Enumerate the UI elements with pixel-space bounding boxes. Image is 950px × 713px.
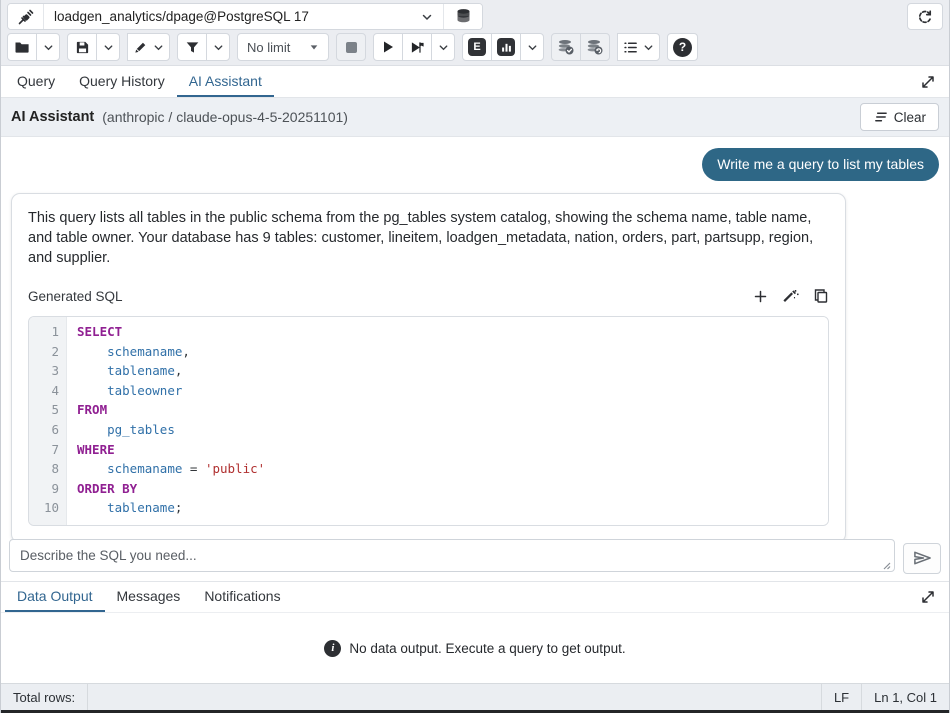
replace-sql-button[interactable] <box>782 288 799 305</box>
edit-menu-button[interactable] <box>127 33 170 61</box>
connection-group: loadgen_analytics/dpage@PostgreSQL 17 <box>7 3 483 30</box>
macros-menu-button[interactable] <box>617 33 660 61</box>
pencil-icon <box>133 40 148 55</box>
chevron-down-icon <box>43 42 54 53</box>
magic-wand-icon <box>782 288 799 305</box>
send-button[interactable] <box>903 543 941 574</box>
clear-button[interactable]: Clear <box>860 103 939 131</box>
expand-panel-button[interactable] <box>911 66 945 97</box>
explain-icon: E <box>468 38 486 56</box>
help-icon: ? <box>673 38 692 57</box>
stop-button[interactable] <box>336 33 366 61</box>
output-empty-message: No data output. Execute a query to get o… <box>349 641 625 656</box>
chevron-down-icon <box>213 42 224 53</box>
save-button[interactable] <box>67 33 97 61</box>
execute-menu-button[interactable] <box>431 33 455 61</box>
tab-data-output[interactable]: Data Output <box>5 582 105 612</box>
refresh-button[interactable] <box>907 3 943 30</box>
query-toolbar: No limit E <box>1 33 949 66</box>
refresh-icon <box>917 9 933 25</box>
ai-assistant-header: AI Assistant (anthropic / claude-opus-4-… <box>1 98 949 137</box>
sql-code: SELECT schemaname, tablename, tableowner… <box>67 317 828 525</box>
query-tool-connection-button[interactable] <box>8 4 44 29</box>
assistant-response-text: This query lists all tables in the publi… <box>28 208 829 268</box>
row-limit-select[interactable]: No limit <box>237 33 329 61</box>
filter-icon <box>185 40 200 55</box>
output-expand-button[interactable] <box>911 582 945 612</box>
chevron-down-icon <box>103 42 114 53</box>
expand-icon <box>921 75 935 89</box>
chevron-down-icon <box>421 11 433 23</box>
filter-button[interactable] <box>177 33 207 61</box>
status-divider <box>87 684 88 710</box>
tab-notifications[interactable]: Notifications <box>192 582 292 612</box>
commit-button[interactable] <box>551 33 581 61</box>
open-file-menu-button[interactable] <box>36 33 60 61</box>
database-icon <box>455 8 472 25</box>
user-message-bubble: Write me a query to list my tables <box>702 148 939 181</box>
rollback-button[interactable] <box>580 33 610 61</box>
copy-icon <box>813 288 829 304</box>
plug-icon <box>17 8 35 26</box>
eol-indicator[interactable]: LF <box>822 684 861 710</box>
row-limit-value: No limit <box>247 40 290 55</box>
generated-sql-block: 12345678910 SELECT schemaname, tablename… <box>28 316 829 526</box>
chevron-down-icon <box>643 42 654 53</box>
insert-sql-button[interactable] <box>753 289 768 304</box>
chevron-down-icon <box>153 42 164 53</box>
tab-ai-assistant[interactable]: AI Assistant <box>177 66 274 97</box>
total-rows-label: Total rows: <box>1 684 87 710</box>
assistant-response-card: This query lists all tables in the publi… <box>11 193 846 541</box>
execute-button[interactable] <box>373 33 403 61</box>
tab-messages[interactable]: Messages <box>105 582 193 612</box>
tab-query[interactable]: Query <box>5 66 67 97</box>
cursor-position[interactable]: Ln 1, Col 1 <box>862 684 949 710</box>
help-button[interactable]: ? <box>667 33 698 61</box>
connection-name: loadgen_analytics/dpage@PostgreSQL 17 <box>54 9 309 24</box>
execute-options-button[interactable] <box>402 33 432 61</box>
commit-db-check-icon <box>557 38 575 56</box>
main-tabbar: Query Query History AI Assistant <box>1 66 949 98</box>
connection-bar: loadgen_analytics/dpage@PostgreSQL 17 <box>1 0 949 33</box>
play-icon <box>381 40 395 54</box>
stop-icon <box>345 41 358 54</box>
chat-area: Write me a query to list my tables This … <box>1 137 949 541</box>
open-file-button[interactable] <box>7 33 37 61</box>
rollback-db-undo-icon <box>586 38 604 56</box>
save-menu-button[interactable] <box>96 33 120 61</box>
explain-analyze-icon <box>497 38 515 56</box>
sql-gutter: 12345678910 <box>29 317 67 525</box>
connection-select[interactable]: loadgen_analytics/dpage@PostgreSQL 17 <box>44 4 444 29</box>
save-icon <box>75 40 90 55</box>
chevron-down-icon <box>309 42 319 52</box>
chevron-down-icon <box>527 42 538 53</box>
query-tool-window: loadgen_analytics/dpage@PostgreSQL 17 <box>0 0 950 713</box>
clear-label: Clear <box>894 110 926 125</box>
ai-assistant-model: (anthropic / claude-opus-4-5-20251101) <box>102 109 348 125</box>
plus-icon <box>753 289 768 304</box>
explain-analyze-button[interactable] <box>491 33 521 61</box>
copy-sql-button[interactable] <box>813 288 829 304</box>
new-connection-button[interactable] <box>444 4 482 29</box>
output-empty-state: i No data output. Execute a query to get… <box>1 613 949 683</box>
ai-assistant-title: AI Assistant <box>11 109 94 125</box>
chevron-down-icon <box>438 42 449 53</box>
prompt-input[interactable] <box>9 539 895 572</box>
info-icon: i <box>324 640 341 657</box>
play-cursor-icon <box>410 40 425 55</box>
generated-sql-label: Generated SQL <box>28 289 123 304</box>
filter-menu-button[interactable] <box>206 33 230 61</box>
send-icon <box>913 550 932 566</box>
expand-icon <box>921 590 935 604</box>
tab-query-history[interactable]: Query History <box>67 66 177 97</box>
folder-icon <box>14 39 30 55</box>
macro-list-icon <box>623 40 638 55</box>
output-tabbar: Data Output Messages Notifications <box>1 581 949 613</box>
statusbar: Total rows: LF Ln 1, Col 1 <box>1 683 949 710</box>
explain-button[interactable]: E <box>462 33 492 61</box>
clear-icon <box>873 111 888 123</box>
explain-menu-button[interactable] <box>520 33 544 61</box>
prompt-row <box>1 541 949 581</box>
